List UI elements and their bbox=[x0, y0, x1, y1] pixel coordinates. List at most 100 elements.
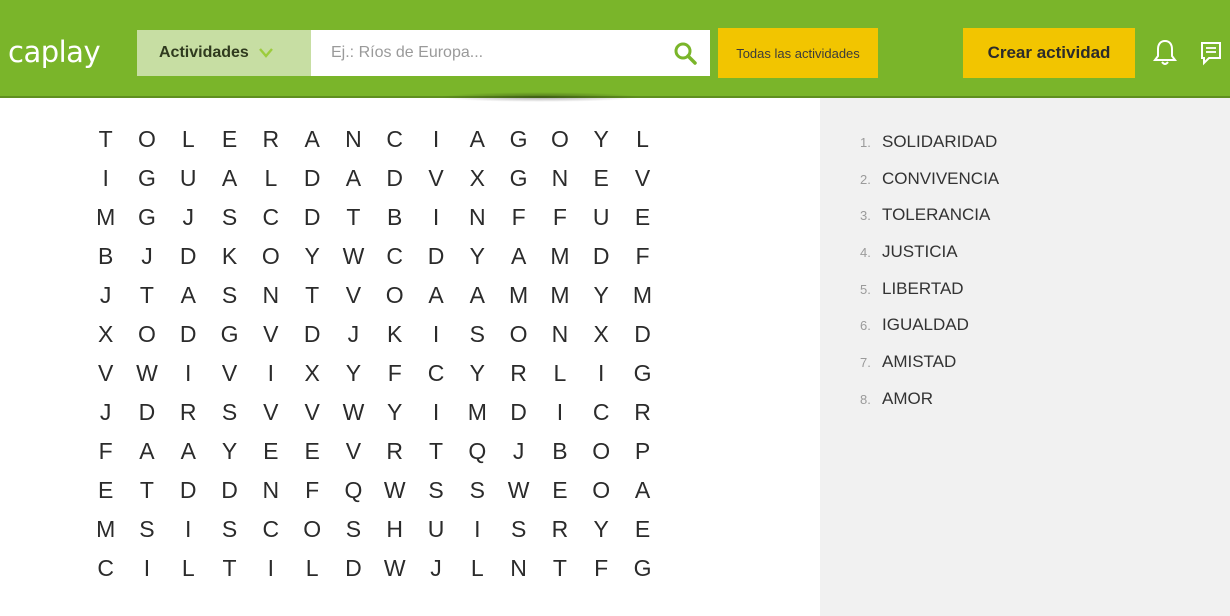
grid-cell[interactable]: O bbox=[498, 315, 539, 354]
grid-cell[interactable]: Q bbox=[333, 471, 374, 510]
grid-cell[interactable]: Y bbox=[457, 237, 498, 276]
category-dropdown[interactable]: Actividades bbox=[137, 30, 311, 76]
grid-cell[interactable]: L bbox=[250, 159, 291, 198]
grid-cell[interactable]: L bbox=[622, 120, 663, 159]
grid-cell[interactable]: B bbox=[85, 237, 126, 276]
grid-cell[interactable]: I bbox=[85, 159, 126, 198]
grid-cell[interactable]: R bbox=[374, 432, 415, 471]
grid-cell[interactable]: S bbox=[209, 393, 250, 432]
grid-cell[interactable]: C bbox=[374, 120, 415, 159]
all-activities-button[interactable]: Todas las actividades bbox=[718, 28, 878, 78]
grid-cell[interactable]: D bbox=[415, 237, 456, 276]
grid-cell[interactable]: S bbox=[333, 510, 374, 549]
grid-cell[interactable]: R bbox=[498, 354, 539, 393]
grid-cell[interactable]: J bbox=[126, 237, 167, 276]
grid-cell[interactable]: A bbox=[415, 276, 456, 315]
grid-cell[interactable]: D bbox=[291, 315, 332, 354]
grid-cell[interactable]: L bbox=[168, 120, 209, 159]
grid-cell[interactable]: X bbox=[291, 354, 332, 393]
grid-cell[interactable]: I bbox=[415, 315, 456, 354]
grid-cell[interactable]: U bbox=[415, 510, 456, 549]
grid-cell[interactable]: U bbox=[168, 159, 209, 198]
word-search-grid[interactable]: TOLERANCIAGOYLIGUALDADVXGNEVMGJSCDTBINFF… bbox=[85, 120, 663, 588]
grid-cell[interactable]: C bbox=[250, 510, 291, 549]
grid-cell[interactable]: T bbox=[126, 276, 167, 315]
grid-cell[interactable]: T bbox=[85, 120, 126, 159]
chat-icon[interactable] bbox=[1199, 40, 1223, 66]
grid-cell[interactable]: G bbox=[126, 159, 167, 198]
grid-cell[interactable]: E bbox=[291, 432, 332, 471]
grid-cell[interactable]: D bbox=[622, 315, 663, 354]
grid-cell[interactable]: S bbox=[457, 471, 498, 510]
grid-cell[interactable]: T bbox=[126, 471, 167, 510]
grid-cell[interactable]: F bbox=[85, 432, 126, 471]
grid-cell[interactable]: Y bbox=[333, 354, 374, 393]
grid-cell[interactable]: M bbox=[498, 276, 539, 315]
grid-cell[interactable]: Y bbox=[291, 237, 332, 276]
grid-cell[interactable]: I bbox=[168, 354, 209, 393]
grid-cell[interactable]: D bbox=[291, 159, 332, 198]
grid-cell[interactable]: Y bbox=[374, 393, 415, 432]
grid-cell[interactable]: C bbox=[581, 393, 622, 432]
grid-cell[interactable]: I bbox=[250, 354, 291, 393]
grid-cell[interactable]: V bbox=[333, 276, 374, 315]
grid-cell[interactable]: T bbox=[333, 198, 374, 237]
grid-cell[interactable]: D bbox=[498, 393, 539, 432]
grid-cell[interactable]: V bbox=[85, 354, 126, 393]
grid-cell[interactable]: N bbox=[457, 198, 498, 237]
grid-cell[interactable]: C bbox=[374, 237, 415, 276]
grid-cell[interactable]: N bbox=[250, 276, 291, 315]
grid-cell[interactable]: T bbox=[539, 549, 580, 588]
grid-cell[interactable]: E bbox=[622, 510, 663, 549]
grid-cell[interactable]: R bbox=[250, 120, 291, 159]
grid-cell[interactable]: J bbox=[85, 393, 126, 432]
grid-cell[interactable]: G bbox=[209, 315, 250, 354]
grid-cell[interactable]: R bbox=[622, 393, 663, 432]
grid-cell[interactable]: I bbox=[415, 198, 456, 237]
search-input[interactable] bbox=[311, 30, 660, 76]
grid-cell[interactable]: R bbox=[539, 510, 580, 549]
grid-cell[interactable]: W bbox=[333, 237, 374, 276]
grid-cell[interactable]: X bbox=[581, 315, 622, 354]
grid-cell[interactable]: T bbox=[209, 549, 250, 588]
grid-cell[interactable]: A bbox=[457, 276, 498, 315]
bell-icon[interactable] bbox=[1152, 38, 1178, 68]
grid-cell[interactable]: I bbox=[581, 354, 622, 393]
grid-cell[interactable]: D bbox=[168, 471, 209, 510]
grid-cell[interactable]: J bbox=[85, 276, 126, 315]
grid-cell[interactable]: Y bbox=[581, 120, 622, 159]
grid-cell[interactable]: G bbox=[498, 120, 539, 159]
grid-cell[interactable]: Y bbox=[457, 354, 498, 393]
grid-cell[interactable]: S bbox=[498, 510, 539, 549]
grid-cell[interactable]: B bbox=[539, 432, 580, 471]
grid-cell[interactable]: I bbox=[250, 549, 291, 588]
grid-cell[interactable]: W bbox=[126, 354, 167, 393]
grid-cell[interactable]: D bbox=[581, 237, 622, 276]
grid-cell[interactable]: F bbox=[498, 198, 539, 237]
grid-cell[interactable]: C bbox=[85, 549, 126, 588]
grid-cell[interactable]: G bbox=[622, 549, 663, 588]
grid-cell[interactable]: B bbox=[374, 198, 415, 237]
grid-cell[interactable]: A bbox=[291, 120, 332, 159]
grid-cell[interactable]: O bbox=[581, 432, 622, 471]
grid-cell[interactable]: C bbox=[415, 354, 456, 393]
grid-cell[interactable]: A bbox=[209, 159, 250, 198]
grid-cell[interactable]: I bbox=[457, 510, 498, 549]
caplay-logo[interactable]: caplay bbox=[8, 36, 101, 68]
grid-cell[interactable]: Q bbox=[457, 432, 498, 471]
grid-cell[interactable]: O bbox=[291, 510, 332, 549]
grid-cell[interactable]: P bbox=[622, 432, 663, 471]
grid-cell[interactable]: I bbox=[168, 510, 209, 549]
grid-cell[interactable]: F bbox=[374, 354, 415, 393]
grid-cell[interactable]: W bbox=[374, 471, 415, 510]
grid-cell[interactable]: A bbox=[168, 276, 209, 315]
search-button[interactable] bbox=[660, 30, 710, 76]
grid-cell[interactable]: G bbox=[126, 198, 167, 237]
grid-cell[interactable]: V bbox=[622, 159, 663, 198]
create-activity-button[interactable]: Crear actividad bbox=[963, 28, 1135, 78]
grid-cell[interactable]: F bbox=[622, 237, 663, 276]
grid-cell[interactable]: M bbox=[622, 276, 663, 315]
grid-cell[interactable]: F bbox=[539, 198, 580, 237]
grid-cell[interactable]: N bbox=[539, 159, 580, 198]
grid-cell[interactable]: I bbox=[539, 393, 580, 432]
